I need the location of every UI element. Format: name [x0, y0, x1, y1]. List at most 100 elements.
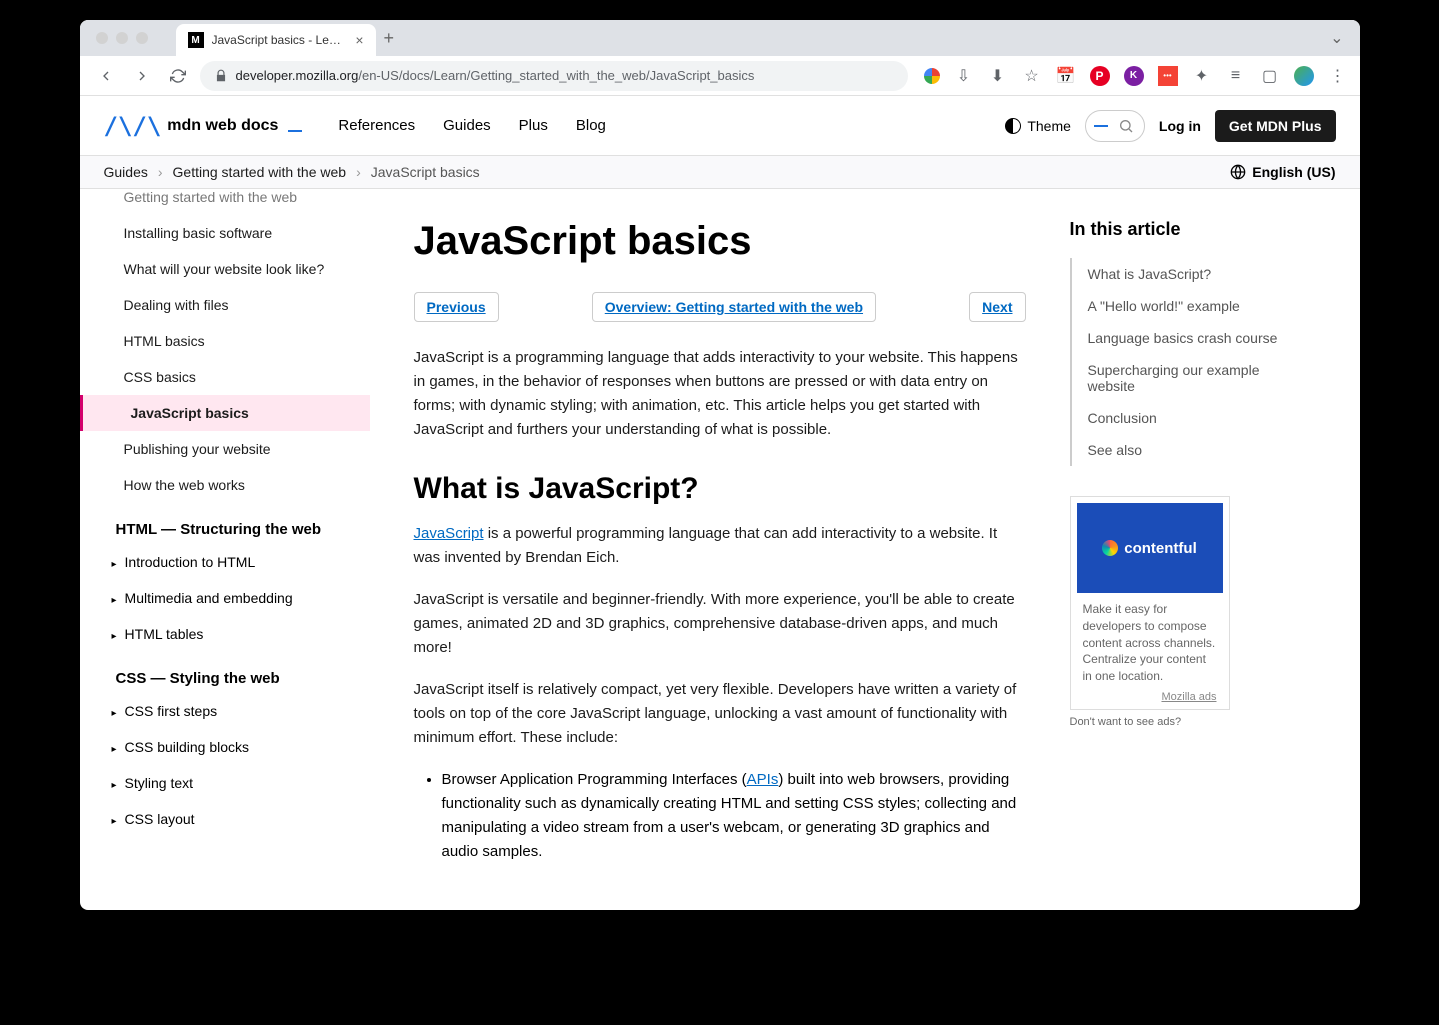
sidebar-expand-item[interactable]: Introduction to HTML	[80, 544, 370, 580]
bookmark-icon[interactable]: ☆	[1022, 66, 1042, 86]
tab-strip: M JavaScript basics - Learn web × +	[176, 20, 395, 56]
nav-blog[interactable]: Blog	[576, 117, 606, 134]
prev-button[interactable]: Previous	[414, 292, 499, 322]
breadcrumb-guides[interactable]: Guides	[104, 164, 148, 180]
sidebar-item[interactable]: Getting started with the web	[80, 189, 370, 215]
mdn-logo[interactable]: /\/\ mdn web docs	[104, 112, 303, 140]
intro-paragraph: JavaScript is a programming language tha…	[414, 346, 1026, 442]
menu-icon[interactable]: ⋮	[1328, 66, 1348, 86]
sidebar-item[interactable]: How the web works	[80, 467, 370, 503]
maximize-window-button[interactable]	[136, 32, 148, 44]
minimize-window-button[interactable]	[116, 32, 128, 44]
sidebar-expand-item[interactable]: CSS layout	[80, 801, 370, 837]
mdn-nav: References Guides Plus Blog	[338, 117, 605, 134]
sidebar-item-active[interactable]: JavaScript basics	[80, 395, 370, 431]
tabs-dropdown-icon[interactable]: ⌄	[1322, 28, 1351, 48]
profile-avatar[interactable]	[1294, 66, 1314, 86]
extension-icon-2[interactable]: K	[1124, 66, 1144, 86]
table-of-contents: In this article What is JavaScript? A "H…	[1070, 189, 1310, 904]
login-link[interactable]: Log in	[1159, 118, 1201, 134]
forward-button[interactable]	[128, 62, 156, 90]
mdn-header-right: Theme Log in Get MDN Plus	[1005, 110, 1335, 142]
sidebar-subhead-html: HTML — Structuring the web	[80, 503, 370, 544]
apis-link[interactable]: APIs	[747, 771, 779, 788]
mdn-header: /\/\ mdn web docs References Guides Plus…	[80, 96, 1360, 156]
sidebar-item[interactable]: Installing basic software	[80, 215, 370, 251]
theme-icon	[1005, 118, 1021, 134]
close-tab-button[interactable]: ×	[355, 32, 363, 48]
favicon: M	[188, 32, 204, 48]
theme-button[interactable]: Theme	[1005, 118, 1071, 134]
language-label: English (US)	[1252, 164, 1335, 180]
toc-item[interactable]: Language basics crash course	[1088, 322, 1310, 354]
reload-button[interactable]	[164, 62, 192, 90]
new-tab-button[interactable]: +	[384, 28, 395, 49]
toc-item[interactable]: Supercharging our example website	[1088, 354, 1310, 402]
ad-box[interactable]: contentful Make it easy for developers t…	[1070, 496, 1230, 710]
nav-guides[interactable]: Guides	[443, 117, 491, 134]
globe-icon	[1230, 164, 1246, 180]
search-placeholder-line	[1094, 125, 1108, 127]
breadcrumb-bar: Guides › Getting started with the web › …	[80, 156, 1360, 189]
download-icon[interactable]: ⬇	[988, 66, 1008, 86]
sidebar-item[interactable]: HTML basics	[80, 323, 370, 359]
toc-heading: In this article	[1070, 219, 1310, 240]
breadcrumb-current: JavaScript basics	[371, 164, 480, 180]
sidebar-item[interactable]: Dealing with files	[80, 287, 370, 323]
overview-button[interactable]: Overview: Getting started with the web	[592, 292, 876, 322]
sidebar: Getting started with the web Installing …	[80, 189, 370, 904]
next-button[interactable]: Next	[969, 292, 1025, 322]
breadcrumb-getting-started[interactable]: Getting started with the web	[173, 164, 347, 180]
list-item: Browser Application Programming Interfac…	[442, 768, 1026, 864]
sidebar-expand-item[interactable]: CSS first steps	[80, 693, 370, 729]
sidebar-item[interactable]: Publishing your website	[80, 431, 370, 467]
sidebar-item[interactable]: CSS basics	[80, 359, 370, 395]
nav-references[interactable]: References	[338, 117, 415, 134]
search-icon	[1118, 118, 1134, 134]
toc-item[interactable]: Conclusion	[1088, 402, 1310, 434]
extension-icon-3[interactable]: •••	[1158, 66, 1178, 86]
traffic-lights	[88, 32, 156, 44]
tab-title: JavaScript basics - Learn web	[212, 33, 348, 47]
language-picker[interactable]: English (US)	[1230, 164, 1335, 180]
url-text: developer.mozilla.org/en-US/docs/Learn/G…	[236, 68, 755, 83]
toc-item[interactable]: What is JavaScript?	[1088, 258, 1310, 290]
mdn-logo-mark: /\/\	[104, 112, 162, 140]
paragraph-2: JavaScript is versatile and beginner-fri…	[414, 588, 1026, 660]
page-content: /\/\ mdn web docs References Guides Plus…	[80, 96, 1360, 910]
sidebar-subhead-css: CSS — Styling the web	[80, 652, 370, 693]
sidebar-expand-item[interactable]: HTML tables	[80, 616, 370, 652]
mdn-logo-text: mdn web docs	[167, 117, 278, 135]
back-button[interactable]	[92, 62, 120, 90]
address-bar[interactable]: developer.mozilla.org/en-US/docs/Learn/G…	[200, 61, 908, 91]
logo-underline	[288, 130, 302, 132]
ad-opt-out-link[interactable]: Don't want to see ads?	[1070, 716, 1310, 728]
lock-icon	[214, 69, 228, 83]
javascript-link[interactable]: JavaScript	[414, 525, 484, 542]
feature-list: Browser Application Programming Interfac…	[414, 768, 1026, 864]
install-icon[interactable]: ⇩	[954, 66, 974, 86]
extension-icon-1[interactable]: 📅	[1056, 66, 1076, 86]
nav-plus[interactable]: Plus	[519, 117, 548, 134]
sidebar-expand-item[interactable]: CSS building blocks	[80, 729, 370, 765]
breadcrumb-sep-icon: ›	[356, 164, 361, 180]
browser-tab[interactable]: M JavaScript basics - Learn web ×	[176, 24, 376, 56]
ad-attribution-link[interactable]: Mozilla ads	[1077, 691, 1223, 703]
pinterest-icon[interactable]: P	[1090, 66, 1110, 86]
sidepanel-icon[interactable]: ▢	[1260, 66, 1280, 86]
reading-list-icon[interactable]: ≡	[1226, 66, 1246, 86]
toc-item[interactable]: A "Hello world!" example	[1088, 290, 1310, 322]
google-icon[interactable]	[924, 68, 940, 84]
extensions-icon[interactable]: ✦	[1192, 66, 1212, 86]
get-plus-button[interactable]: Get MDN Plus	[1215, 110, 1336, 142]
close-window-button[interactable]	[96, 32, 108, 44]
toc-item[interactable]: See also	[1088, 434, 1310, 466]
sidebar-expand-item[interactable]: Styling text	[80, 765, 370, 801]
sidebar-expand-item[interactable]: Multimedia and embedding	[80, 580, 370, 616]
ad-text: Make it easy for developers to compose c…	[1077, 601, 1223, 691]
sidebar-item[interactable]: What will your website look like?	[80, 251, 370, 287]
theme-label: Theme	[1027, 118, 1071, 134]
search-button[interactable]	[1085, 110, 1145, 142]
ad-image: contentful	[1077, 503, 1223, 593]
article-paging: Previous Overview: Getting started with …	[414, 292, 1026, 322]
